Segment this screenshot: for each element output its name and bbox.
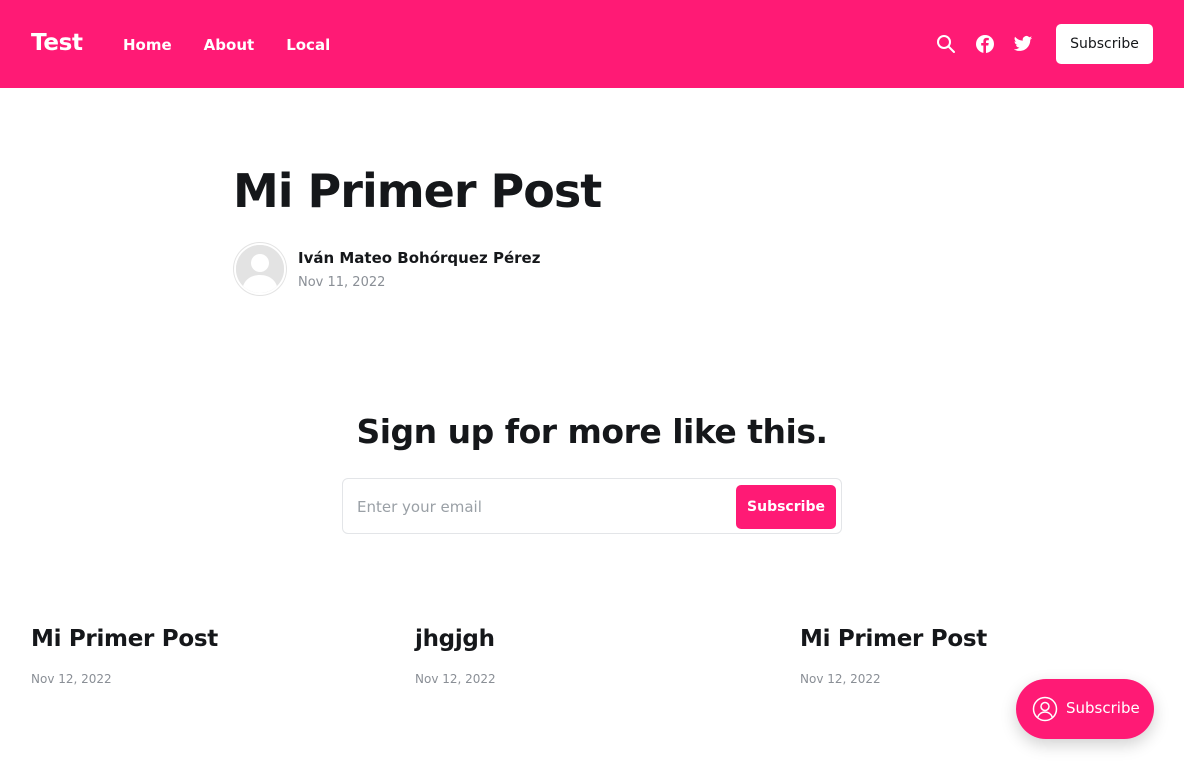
post-date: Nov 11, 2022: [298, 275, 386, 290]
post-card: jhgjgh Nov 12, 2022: [415, 626, 775, 686]
portal-subscribe-button[interactable]: Subscribe: [1016, 679, 1154, 739]
site-logo[interactable]: Test: [31, 30, 83, 56]
post-card-title[interactable]: Mi Primer Post: [800, 626, 1160, 652]
email-input[interactable]: [357, 493, 727, 521]
nav-local[interactable]: Local: [286, 36, 330, 54]
avatar-placeholder-icon: [236, 245, 284, 293]
header-subscribe-button[interactable]: Subscribe: [1056, 24, 1153, 64]
site-header: Test Home About Local Subscribe: [0, 0, 1184, 88]
portal-subscribe-label: Subscribe: [1066, 699, 1140, 717]
post-card-title[interactable]: Mi Primer Post: [31, 626, 391, 652]
post-card: Mi Primer Post Nov 12, 2022: [800, 626, 1160, 686]
nav-about[interactable]: About: [204, 36, 255, 54]
twitter-icon[interactable]: [1013, 34, 1033, 54]
search-icon[interactable]: [936, 34, 956, 54]
author-name[interactable]: Iván Mateo Bohórquez Pérez: [298, 249, 540, 267]
user-circle-icon: [1032, 696, 1058, 722]
main-nav: Home About Local: [123, 36, 362, 54]
nav-home[interactable]: Home: [123, 36, 172, 54]
signup-heading: Sign up for more like this.: [356, 412, 828, 451]
signup-subscribe-button[interactable]: Subscribe: [736, 485, 836, 529]
signup-form: Subscribe: [342, 478, 842, 534]
post-title: Mi Primer Post: [233, 164, 602, 218]
post-card: Mi Primer Post Nov 12, 2022: [31, 626, 391, 686]
post-card-date: Nov 12, 2022: [415, 672, 496, 686]
post-card-date: Nov 12, 2022: [31, 672, 112, 686]
author-avatar[interactable]: [234, 243, 286, 295]
post-card-title[interactable]: jhgjgh: [415, 626, 775, 652]
facebook-icon[interactable]: [975, 34, 995, 54]
